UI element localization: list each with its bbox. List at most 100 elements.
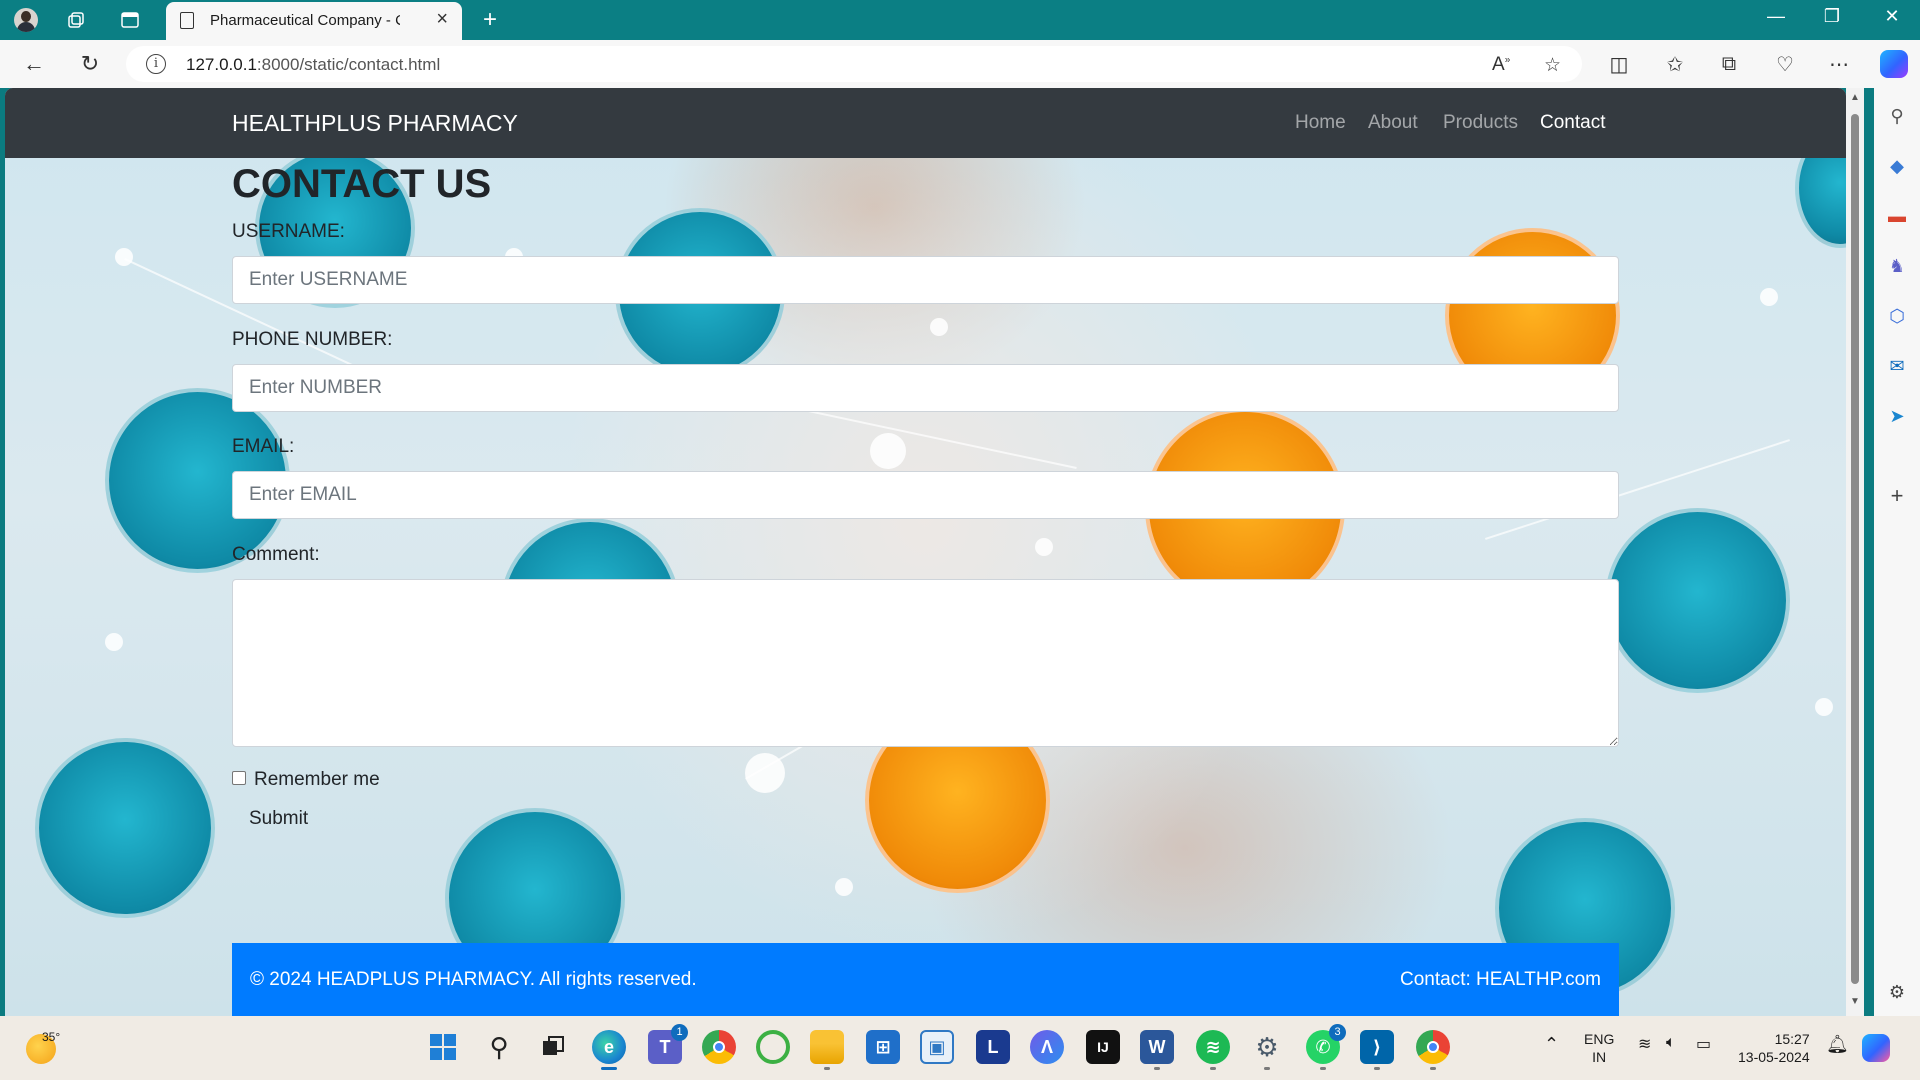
shopping-tag-icon[interactable]: ◆ <box>1885 154 1909 178</box>
chrome-profile-icon[interactable] <box>1416 1030 1450 1070</box>
back-icon[interactable]: ← <box>20 50 48 78</box>
email-label: EMAIL: <box>232 436 295 457</box>
favorites-icon[interactable]: ✩ <box>1660 50 1690 78</box>
page-scrollbar[interactable]: ▲ ▼ <box>1846 88 1864 1016</box>
split-screen-icon[interactable]: ◫ <box>1604 50 1634 78</box>
remember-me-checkbox[interactable] <box>232 771 246 785</box>
show-hidden-icons-icon[interactable]: ⌃ <box>1544 1034 1559 1055</box>
site-info-icon[interactable]: i <box>146 54 166 74</box>
intellij-icon[interactable]: IJ <box>1086 1030 1120 1064</box>
word-icon[interactable]: W <box>1140 1030 1174 1070</box>
active-tab[interactable]: Pharmaceutical Company - Contact × <box>166 2 462 40</box>
site-footer: © 2024 HEADPLUS PHARMACY. All rights res… <box>232 943 1619 1016</box>
comment-label: Comment: <box>232 544 320 565</box>
microsoft365-icon[interactable]: ⬡ <box>1885 304 1909 328</box>
teams-badge: 1 <box>671 1024 688 1041</box>
battery-icon[interactable]: ▭ <box>1696 1034 1711 1054</box>
copilot-taskbar-icon[interactable] <box>1862 1034 1890 1062</box>
a-app-icon[interactable]: Λ <box>1030 1030 1064 1064</box>
submit-button[interactable]: Submit <box>237 800 320 838</box>
settings-icon[interactable]: ⚙ <box>1885 980 1909 1004</box>
refresh-icon[interactable]: ↻ <box>76 50 104 78</box>
decorative-node <box>1815 698 1833 716</box>
outlook-icon[interactable]: ✉ <box>1885 354 1909 378</box>
decorative-node <box>745 753 785 793</box>
whatsapp-icon[interactable]: ✆ 3 <box>1306 1024 1346 1070</box>
scroll-thumb[interactable] <box>1851 114 1859 984</box>
close-tab-icon[interactable]: × <box>436 8 448 31</box>
username-input[interactable] <box>232 256 1619 304</box>
comment-textarea[interactable] <box>232 579 1619 747</box>
remote-desktop-icon[interactable]: ▣ <box>920 1030 954 1064</box>
nav-contact[interactable]: Contact <box>1540 112 1605 134</box>
vertical-tabs-icon[interactable] <box>118 8 142 32</box>
file-explorer-icon[interactable] <box>810 1030 844 1070</box>
page-title: CONTACT US <box>232 162 492 206</box>
remember-me-label[interactable]: Remember me <box>254 769 380 791</box>
web-content: HEALTHPLUS PHARMACY Home About Products … <box>5 88 1846 1016</box>
sync-app-icon[interactable] <box>756 1030 790 1064</box>
wifi-icon[interactable]: ≋ <box>1638 1034 1651 1054</box>
address-bar: ← ↻ i 127.0.0.1:8000/static/contact.html… <box>0 40 1920 88</box>
language-text: ENG <box>1584 1031 1615 1047</box>
footer-contact: Contact: HEALTHP.com <box>1400 969 1601 990</box>
settings-app-icon[interactable]: ⚙ <box>1250 1030 1284 1070</box>
close-window-icon[interactable]: ✕ <box>1872 6 1912 27</box>
language-indicator[interactable]: ENG IN <box>1584 1030 1614 1066</box>
more-options-icon[interactable]: ⋯ <box>1824 50 1854 78</box>
spotify-icon[interactable]: ≋ <box>1196 1030 1230 1070</box>
search-icon[interactable]: ⚲ <box>1885 104 1909 128</box>
decorative-factory-circle <box>35 738 215 918</box>
start-icon[interactable] <box>426 1030 460 1064</box>
add-sidebar-app-icon[interactable]: + <box>1885 483 1909 508</box>
phone-input[interactable] <box>232 364 1619 412</box>
decorative-node <box>105 633 123 651</box>
decorative-node <box>930 318 948 336</box>
page-icon <box>180 12 194 29</box>
profile-avatar[interactable] <box>14 8 38 32</box>
clock-date: 13-05-2024 <box>1738 1049 1810 1065</box>
nav-about[interactable]: About <box>1368 112 1418 134</box>
copilot-icon[interactable] <box>1880 50 1908 78</box>
scroll-down-icon[interactable]: ▼ <box>1849 996 1861 1007</box>
url-field[interactable]: i 127.0.0.1:8000/static/contact.html A» … <box>126 46 1582 82</box>
scroll-up-icon[interactable]: ▲ <box>1849 92 1861 103</box>
taskbar-clock[interactable]: 15:27 13-05-2024 <box>1738 1030 1810 1066</box>
site-navbar: HEALTHPLUS PHARMACY Home About Products … <box>5 88 1846 158</box>
windows-taskbar: 35° ⚲ e T1 ⊞ ▣ L Λ IJ W ≋ ⚙ ✆ 3 ⟩ ⌃ ENG I… <box>0 1016 1920 1080</box>
footer-copyright: © 2024 HEADPLUS PHARMACY. All rights res… <box>250 969 697 990</box>
region-text: IN <box>1592 1049 1607 1065</box>
nav-home[interactable]: Home <box>1295 112 1346 134</box>
edge-sidebar: ⚲ ◆ ▬ ♞ ⬡ ✉ ➤ + ⚙ <box>1874 88 1920 1016</box>
clock-time: 15:27 <box>1774 1031 1810 1047</box>
task-view-icon[interactable] <box>536 1030 570 1064</box>
l-app-icon[interactable]: L <box>976 1030 1010 1064</box>
email-input[interactable] <box>232 471 1619 519</box>
restore-icon[interactable]: ❐ <box>1812 6 1852 27</box>
minimize-icon[interactable]: — <box>1756 6 1796 27</box>
taskbar-search-icon[interactable]: ⚲ <box>482 1030 516 1064</box>
phone-label: PHONE NUMBER: <box>232 329 393 350</box>
games-icon[interactable]: ♞ <box>1885 254 1909 278</box>
vscode-icon[interactable]: ⟩ <box>1360 1030 1394 1070</box>
nav-products[interactable]: Products <box>1443 112 1518 134</box>
edge-browser-icon[interactable]: e <box>592 1030 626 1070</box>
browser-titlebar: Pharmaceutical Company - Contact × + — ❐… <box>0 0 1920 40</box>
microsoft-store-icon[interactable]: ⊞ <box>866 1030 900 1064</box>
favorite-star-icon[interactable]: ☆ <box>1544 54 1561 77</box>
volume-icon[interactable]: 🔈︎ <box>1666 1034 1676 1052</box>
browser-essentials-icon[interactable]: ♡ <box>1770 50 1800 78</box>
chrome-icon[interactable] <box>702 1030 736 1064</box>
decorative-node <box>870 433 906 469</box>
decorative-node <box>1035 538 1053 556</box>
teams-icon[interactable]: T1 <box>648 1024 688 1064</box>
url-text[interactable]: 127.0.0.1:8000/static/contact.html <box>186 55 440 75</box>
read-aloud-icon[interactable]: A» <box>1492 54 1510 76</box>
notification-bell-icon[interactable]: 🔔︎ <box>1826 1034 1849 1055</box>
brand-logo[interactable]: HEALTHPLUS PHARMACY <box>232 110 518 137</box>
send-icon[interactable]: ➤ <box>1885 404 1909 428</box>
workspaces-icon[interactable] <box>64 8 88 32</box>
new-tab-icon[interactable]: + <box>478 6 502 33</box>
collections-icon[interactable]: ⧉ <box>1714 50 1744 78</box>
tools-icon[interactable]: ▬ <box>1885 204 1909 228</box>
